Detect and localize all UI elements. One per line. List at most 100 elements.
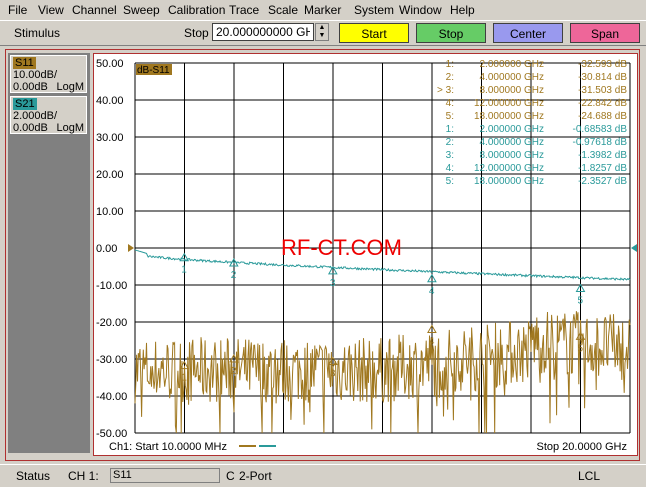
s11-readout-id: 5: xyxy=(446,111,454,122)
watermark-text: RF-CT.COM xyxy=(281,235,402,260)
start-frequency-label: Ch1: Start 10.0000 MHz xyxy=(109,441,227,453)
reference-arrow-right xyxy=(631,244,637,252)
menu-sweep[interactable]: Sweep xyxy=(123,3,160,17)
menu-system[interactable]: System xyxy=(354,3,394,17)
s21-readout-value: -1.8257 dB xyxy=(578,163,627,174)
y-tick-label: -40.00 xyxy=(96,391,127,403)
status-trace: S11 xyxy=(110,468,220,483)
s21-readout-value: -0.97618 dB xyxy=(573,137,628,148)
s21-readout-id: 5: xyxy=(446,176,454,187)
s11-readout-id: 2: xyxy=(446,72,454,83)
stop-label: Stop xyxy=(184,26,209,40)
stimulus-label: Stimulus xyxy=(14,26,61,40)
s21-marker-number: 1 xyxy=(181,265,187,276)
center-button[interactable]: Center xyxy=(493,23,563,43)
s21-readout-freq: 4.000000 GHz xyxy=(480,137,545,148)
menu-view[interactable]: View xyxy=(38,3,64,17)
s21-readout-value: -1.3982 dB xyxy=(578,150,627,161)
s21-readout-value: -2.3527 dB xyxy=(578,176,627,187)
s11-marker-number: 5 xyxy=(577,343,583,354)
trace-ref: 0.00dB xyxy=(13,122,48,134)
s21-readout-id: 1: xyxy=(446,124,454,135)
s21-readout-freq: 12.000000 GHz xyxy=(474,163,544,174)
y-tick-label: -50.00 xyxy=(96,428,127,440)
status-channel: CH 1: xyxy=(68,469,99,483)
s11-readout-value: -22.842 dB xyxy=(578,98,627,109)
status-bar: Status CH 1: S11 C 2-Port LCL xyxy=(0,464,646,487)
status-port: 2-Port xyxy=(239,469,272,483)
trace-name: S21 xyxy=(13,98,37,110)
s11-marker-number: 4 xyxy=(429,337,435,348)
s11-marker-number: 3 xyxy=(330,369,336,380)
menu-trace[interactable]: Trace xyxy=(229,3,259,17)
spin-up-icon[interactable]: ▲ xyxy=(316,24,328,32)
stop-frequency-spinner[interactable]: ▲ ▼ xyxy=(315,23,329,41)
trace-format: LogM xyxy=(56,122,84,134)
menu-scale[interactable]: Scale xyxy=(268,3,298,17)
stop-frequency-input[interactable] xyxy=(212,23,314,41)
menu-channel[interactable]: Channel xyxy=(72,3,117,17)
stimulus-toolbar: Stimulus Stop ▲ ▼ Start Stop Center Span xyxy=(0,20,646,46)
y-tick-label: -10.00 xyxy=(96,280,127,292)
stop-frequency-label: Stop 20.0000 GHz xyxy=(536,441,627,453)
s21-readout-freq: 18.000000 GHz xyxy=(474,176,544,187)
menu-window[interactable]: Window xyxy=(399,3,442,17)
status-label: Status xyxy=(16,469,51,483)
trace-box-s11[interactable]: S11 10.00dB/ 0.00dB LogM xyxy=(10,55,87,93)
s21-readout-freq: 2.000000 GHz xyxy=(480,124,545,135)
y-tick-label: -20.00 xyxy=(96,317,127,329)
s11-readout-id: 4: xyxy=(446,98,454,109)
s11-marker-number: 1 xyxy=(181,373,187,384)
s21-readout-value: -0.68583 dB xyxy=(573,124,628,135)
stop-button[interactable]: Stop xyxy=(416,23,486,43)
s11-readout-freq: 12.000000 GHz xyxy=(474,98,544,109)
s11-readout-freq: 2.000000 GHz xyxy=(480,59,545,70)
chart-svg[interactable]: 50.00 40.00 30.00 20.00 10.00 0.00 -10.00 -20.0… xyxy=(94,54,637,455)
y-tick-label: 50.00 xyxy=(96,58,124,70)
spin-down-icon[interactable]: ▼ xyxy=(316,32,328,40)
s11-readout-value: -24.688 dB xyxy=(578,111,627,122)
s21-readout-freq: 8.000000 GHz xyxy=(480,150,545,161)
s21-marker-number: 4 xyxy=(429,286,435,297)
s21-marker-number: 2 xyxy=(231,270,237,281)
menu-help[interactable]: Help xyxy=(450,3,475,17)
trace-ref: 0.00dB xyxy=(13,81,48,93)
start-button[interactable]: Start xyxy=(339,23,409,43)
trace-scale: 10.00dB/ xyxy=(13,69,58,81)
menu-marker[interactable]: Marker xyxy=(304,3,341,17)
trace-scale: 2.000dB/ xyxy=(13,110,58,122)
trace-tag-label: dB-S11 xyxy=(137,65,170,76)
s11-marker-number: 2 xyxy=(231,366,237,377)
s11-readout-freq: 18.000000 GHz xyxy=(474,111,544,122)
y-tick-label: 30.00 xyxy=(96,132,124,144)
trace-format: LogM xyxy=(56,81,84,93)
menu-bar: File View Channel Sweep Calibration Trace Scal… xyxy=(0,0,646,20)
y-tick-label: 10.00 xyxy=(96,206,124,218)
menu-file[interactable]: File xyxy=(8,3,27,17)
s21-marker-number: 3 xyxy=(330,278,336,289)
s11-readout-id: 1: xyxy=(446,59,454,70)
trace-panel: S11 10.00dB/ 0.00dB LogM S21 2.000dB/ 0.… xyxy=(8,53,90,453)
span-button[interactable]: Span xyxy=(570,23,640,43)
reference-arrow-left xyxy=(128,244,134,252)
chart-frame: 50.00 40.00 30.00 20.00 10.00 0.00 -10.00 -20.0… xyxy=(93,53,638,456)
s11-readout-id: > 3: xyxy=(437,85,454,96)
s21-marker-number: 5 xyxy=(577,296,583,307)
y-tick-label: 40.00 xyxy=(96,95,124,107)
s21-readout-id: 4: xyxy=(446,163,454,174)
trace-box-s21[interactable]: S21 2.000dB/ 0.00dB LogM xyxy=(10,96,87,134)
s21-readout-id: 3: xyxy=(446,150,454,161)
menu-calibration[interactable]: Calibration xyxy=(168,3,225,17)
s11-readout-freq: 8.000000 GHz xyxy=(480,85,545,96)
s11-readout-value: -31.503 dB xyxy=(578,85,627,96)
trace-name: S11 xyxy=(13,57,36,69)
s11-readout-freq: 4.000000 GHz xyxy=(480,72,545,83)
s21-readout-id: 2: xyxy=(446,137,454,148)
y-tick-label: 0.00 xyxy=(96,243,117,255)
y-tick-label: 20.00 xyxy=(96,169,124,181)
y-tick-label: -30.00 xyxy=(96,354,127,366)
s11-readout-value: -32.593 dB xyxy=(578,59,627,70)
status-cal: C xyxy=(226,469,235,483)
s11-readout-value: -30.814 dB xyxy=(578,72,627,83)
status-mode: LCL xyxy=(578,469,601,483)
